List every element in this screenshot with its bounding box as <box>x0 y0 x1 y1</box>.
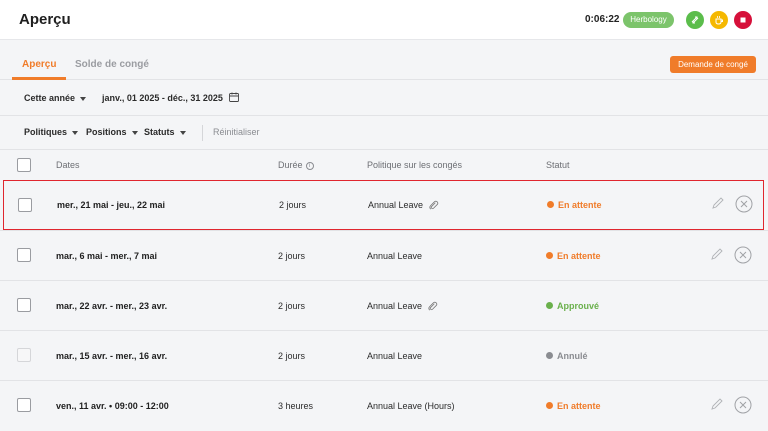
select-all-checkbox[interactable] <box>17 158 31 172</box>
row-checkbox[interactable] <box>18 198 32 212</box>
switch-task-button[interactable] <box>686 11 704 29</box>
chevron-down-icon <box>179 130 186 135</box>
status-dot <box>547 201 554 209</box>
status-dot <box>546 302 553 310</box>
chevron-down-icon <box>80 96 87 101</box>
column-duration: Durée i <box>278 160 314 170</box>
table-row[interactable]: mar., 22 avr. - mer., 23 avr. 2 jours An… <box>0 280 768 330</box>
row-checkbox[interactable] <box>17 298 31 312</box>
period-dropdown[interactable]: Cette année <box>24 93 87 103</box>
calendar-icon[interactable] <box>229 92 239 102</box>
column-status: Statut <box>546 160 570 170</box>
period-filter-row: Cette année janv., 01 2025 - déc., 31 20… <box>0 80 768 116</box>
row-duration: 3 heures <box>278 401 314 411</box>
status-badge: Annulé <box>546 351 588 361</box>
top-bar: Aperçu 0:06:22 Herbology <box>0 0 768 40</box>
status-badge: En attente <box>546 401 601 411</box>
row-policy: Annual Leave <box>368 200 439 211</box>
break-button[interactable] <box>710 11 728 29</box>
status-dot <box>546 352 553 360</box>
column-duration-label: Durée <box>278 160 303 170</box>
status-badge: Approuvé <box>546 301 599 311</box>
page-title: Aperçu <box>19 11 71 28</box>
statuses-filter-label: Statuts <box>144 127 175 137</box>
edit-icon[interactable] <box>710 397 724 411</box>
row-policy: Annual Leave <box>367 301 438 312</box>
attachment-icon[interactable] <box>427 301 438 312</box>
row-policy: Annual Leave <box>367 351 423 361</box>
row-duration: 2 jours <box>278 351 306 361</box>
stop-icon <box>740 17 746 23</box>
policies-filter-label: Politiques <box>24 127 68 137</box>
policies-filter[interactable]: Politiques <box>24 127 79 137</box>
filter-row: Politiques Positions Statuts Réinitialis… <box>0 116 768 150</box>
row-duration: 2 jours <box>278 251 306 261</box>
status-label: Approuvé <box>557 301 600 311</box>
status-label: Annulé <box>557 351 588 361</box>
coffee-icon <box>715 16 723 25</box>
row-dates: mar., 6 mai - mer., 7 mai <box>56 251 158 261</box>
timer-display: 0:06:22 <box>585 14 620 25</box>
positions-filter[interactable]: Positions <box>86 127 138 137</box>
row-checkbox[interactable] <box>17 398 31 412</box>
status-label: En attente <box>558 200 602 210</box>
project-badge[interactable]: Herbology <box>623 12 674 28</box>
row-dates: mar., 15 avr. - mer., 16 avr. <box>56 351 168 361</box>
attachment-icon[interactable] <box>428 200 439 211</box>
divider <box>202 125 203 141</box>
column-dates: Dates <box>56 160 80 170</box>
chevron-down-icon <box>131 130 138 135</box>
stop-button[interactable] <box>734 11 752 29</box>
positions-filter-label: Positions <box>86 127 127 137</box>
row-policy-label: Annual Leave <box>368 200 424 210</box>
table-row[interactable]: ven., 11 avr. • 09:00 - 12:00 3 heures A… <box>0 380 768 430</box>
cancel-icon[interactable] <box>735 195 753 213</box>
status-badge: En attente <box>546 251 601 261</box>
row-dates: mer., 21 mai - jeu., 22 mai <box>57 200 166 210</box>
switch-icon <box>691 16 699 24</box>
period-label: Cette année <box>24 93 76 103</box>
table-row[interactable]: mar., 6 mai - mer., 7 mai 2 jours Annual… <box>0 230 768 280</box>
status-dot <box>546 252 553 260</box>
info-icon[interactable]: i <box>305 161 314 170</box>
row-policy: Annual Leave <box>367 251 423 261</box>
chevron-down-icon <box>72 130 79 135</box>
tab-leave-balance[interactable]: Solde de congé <box>75 59 149 70</box>
date-range[interactable]: janv., 01 2025 - déc., 31 2025 <box>102 93 223 103</box>
row-policy: Annual Leave (Hours) <box>367 401 455 411</box>
row-policy-label: Annual Leave <box>367 301 423 311</box>
row-duration: 2 jours <box>279 200 307 210</box>
table-row[interactable]: mer., 21 mai - jeu., 22 mai 2 jours Annu… <box>3 180 764 230</box>
row-duration: 2 jours <box>278 301 306 311</box>
cancel-icon[interactable] <box>734 246 752 264</box>
status-label: En attente <box>557 251 601 261</box>
status-dot <box>546 402 553 410</box>
tab-bar: Aperçu Solde de congé <box>0 40 768 80</box>
statuses-filter[interactable]: Statuts <box>144 127 186 137</box>
request-leave-button[interactable]: Demande de congé <box>670 56 756 73</box>
row-dates: mar., 22 avr. - mer., 23 avr. <box>56 301 168 311</box>
column-policy: Politique sur les congés <box>367 160 463 170</box>
row-checkbox[interactable] <box>17 248 31 262</box>
cancel-icon[interactable] <box>734 396 752 414</box>
edit-icon[interactable] <box>711 196 725 210</box>
row-checkbox <box>17 348 31 362</box>
reset-filters-button[interactable]: Réinitialiser <box>213 127 260 137</box>
table-row[interactable]: mar., 15 avr. - mer., 16 avr. 2 jours An… <box>0 330 768 380</box>
tab-overview[interactable]: Aperçu <box>22 59 56 70</box>
status-badge: En attente <box>547 200 602 210</box>
row-dates: ven., 11 avr. • 09:00 - 12:00 <box>56 401 169 411</box>
table-header: Dates Durée i Politique sur les congés St… <box>0 150 768 180</box>
edit-icon[interactable] <box>710 247 724 261</box>
status-label: En attente <box>557 401 601 411</box>
